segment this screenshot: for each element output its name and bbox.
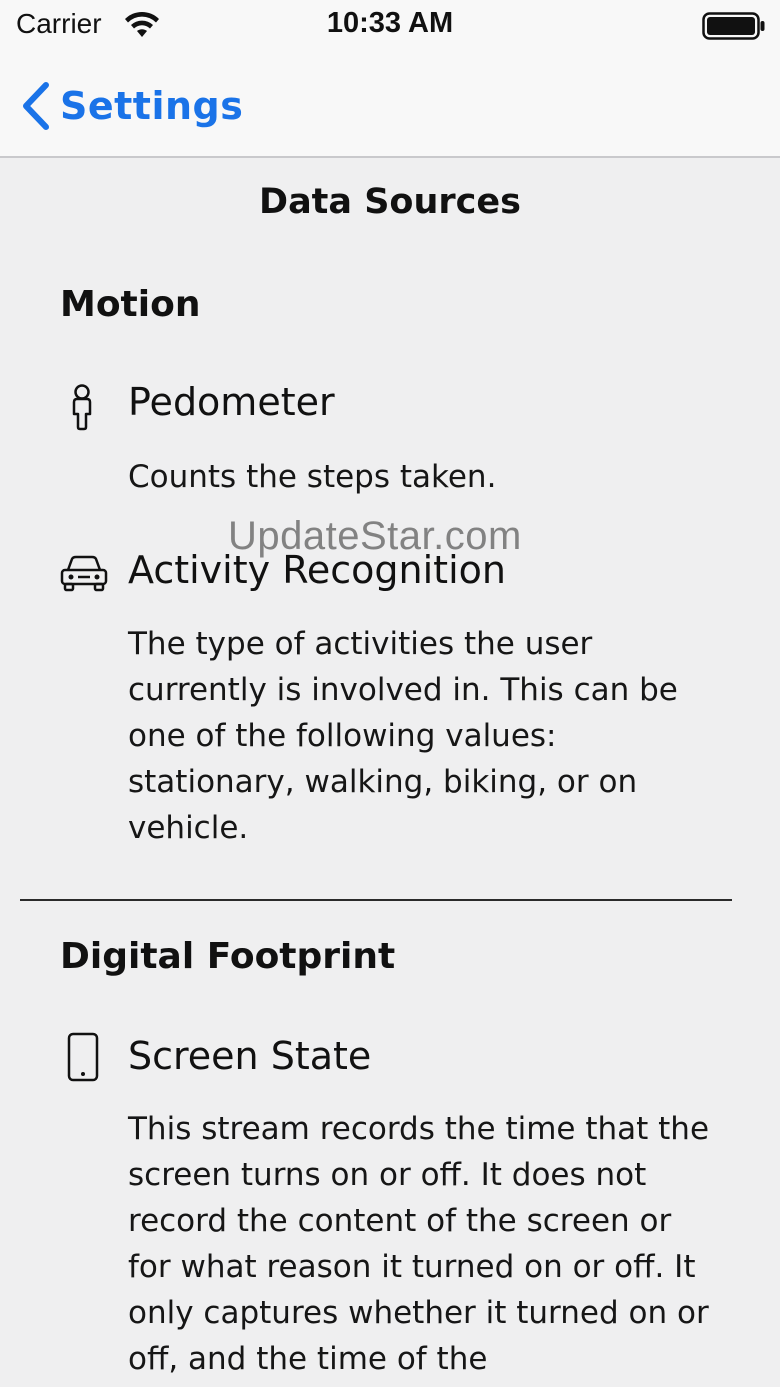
navigation-bar: Settings <box>0 52 780 158</box>
section-title-motion: Motion <box>60 284 201 325</box>
status-time: 10:33 AM <box>326 7 454 39</box>
page-title: Data Sources <box>259 182 521 222</box>
content-area[interactable]: Data Sources Motion Pedometer Counts the… <box>0 158 780 1387</box>
source-name-pedometer: Pedometer <box>128 380 335 424</box>
source-name-screen-state: Screen State <box>128 1034 372 1078</box>
source-description-screen-state: This stream records the time that the sc… <box>128 1111 710 1377</box>
source-description-pedometer: Counts the steps taken. <box>128 459 497 495</box>
back-button[interactable]: Settings <box>18 78 243 134</box>
status-bar: Carrier 10:33 AM <box>0 0 780 52</box>
person-icon <box>72 384 92 431</box>
chevron-left-icon <box>23 82 49 130</box>
section-divider <box>20 899 732 901</box>
battery-full-icon <box>702 12 765 40</box>
section-title-digital-footprint: Digital Footprint <box>60 936 396 977</box>
car-icon <box>60 555 108 592</box>
back-button-label: Settings <box>60 84 244 128</box>
watermark: UpdateStar.com <box>228 514 522 558</box>
source-description-activity-recognition: The type of activities the user currentl… <box>128 626 678 846</box>
smartphone-icon <box>67 1032 99 1082</box>
